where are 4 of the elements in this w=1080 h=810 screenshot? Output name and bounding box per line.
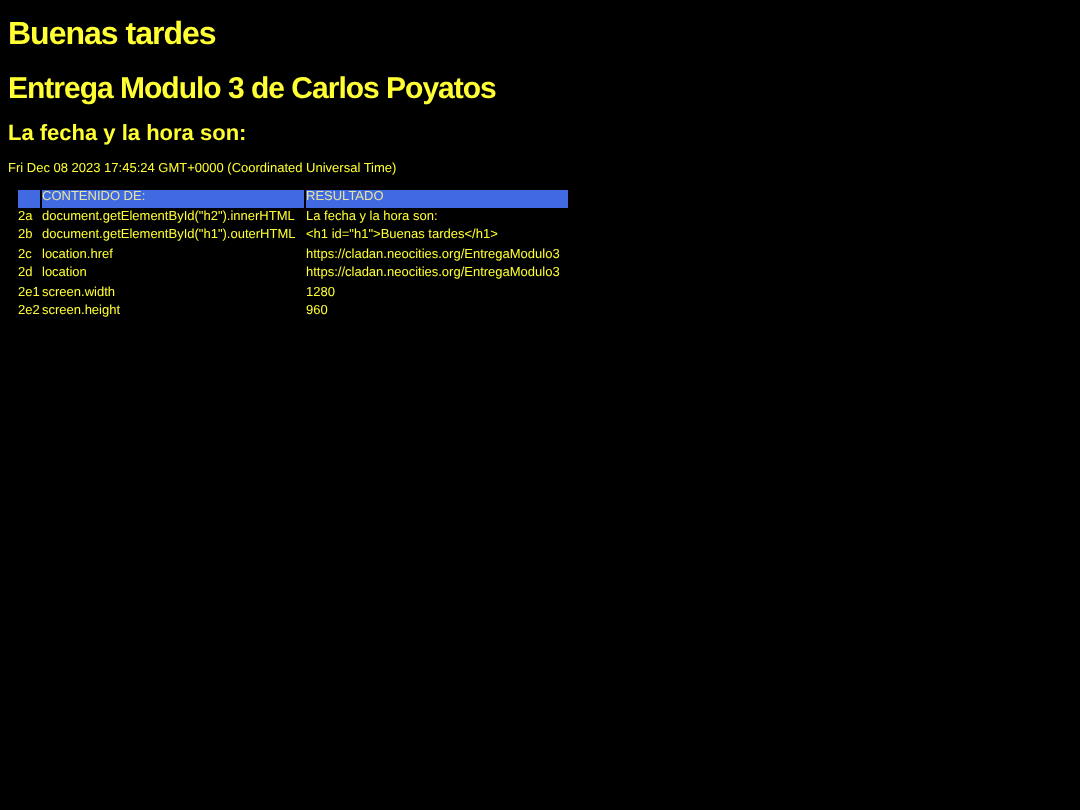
page-heading: Buenas tardes (8, 16, 218, 56)
section-heading: La fecha y la hora son: (8, 120, 249, 148)
table-header-cell (18, 190, 40, 207)
page-title: Entrega Modulo 3 de Carlos Poyatos (8, 72, 498, 108)
